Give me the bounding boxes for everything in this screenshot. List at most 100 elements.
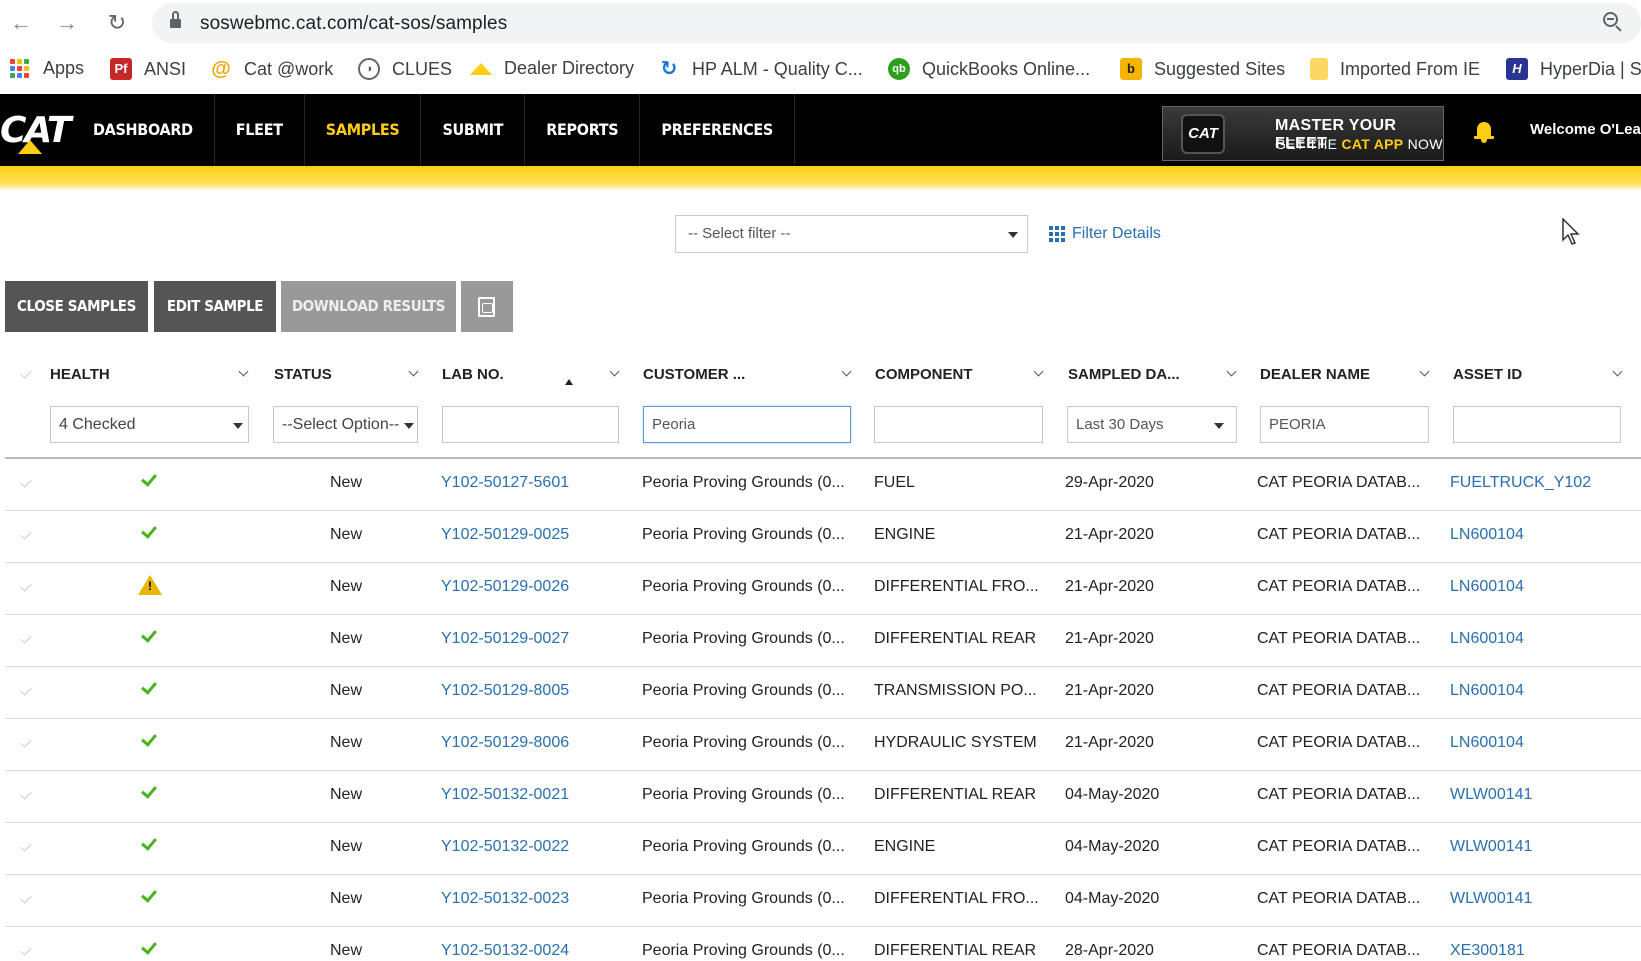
reload-icon[interactable]: ↻ (102, 8, 132, 38)
health-filter-dropdown[interactable]: 4 Checked (50, 406, 249, 443)
bookmark-clues[interactable]: ◑ CLUES (358, 58, 452, 80)
customer-cell: Peoria Proving Grounds (0... (642, 630, 845, 647)
dealer-name-filter-input[interactable]: PEORIA (1260, 406, 1429, 443)
nav-submit[interactable]: SUBMIT (421, 94, 526, 166)
chevron-down-icon[interactable] (1419, 366, 1430, 377)
lab-no-link[interactable]: Y102-50129-8006 (441, 734, 569, 752)
chevron-down-icon[interactable] (841, 366, 852, 377)
lab-no-link[interactable]: Y102-50129-0027 (441, 630, 569, 648)
chevron-down-icon[interactable] (1612, 366, 1623, 377)
row-checkbox[interactable] (20, 840, 32, 852)
row-checkbox[interactable] (20, 684, 32, 696)
lab-no-link[interactable]: Y102-50132-0023 (441, 890, 569, 908)
chevron-down-icon[interactable] (238, 366, 249, 377)
filter-details-link[interactable]: Filter Details (1049, 225, 1161, 243)
edit-sample-button[interactable]: EDIT SAMPLE (154, 281, 276, 332)
forward-arrow-icon[interactable]: → (52, 8, 82, 38)
bookmark-cat-work[interactable]: @ Cat @work (210, 58, 333, 80)
table-row[interactable]: New Y102-50132-0021 Peoria Proving Grounds… (5, 771, 1641, 823)
saved-filter-select[interactable]: -- Select filter -- (675, 215, 1028, 253)
close-samples-button[interactable]: CLOSE SAMPLES (5, 281, 148, 332)
cat-app-banner[interactable]: CAT MASTER YOUR FLEET GET THE CAT APP NO… (1162, 106, 1444, 161)
component-filter-input[interactable] (874, 406, 1043, 443)
asset-id-link[interactable]: FUELTRUCK_Y102 (1450, 474, 1591, 492)
row-checkbox[interactable] (20, 476, 32, 488)
table-row[interactable]: New Y102-50132-0024 Peoria Proving Grounds… (5, 927, 1641, 961)
status-filter-dropdown[interactable]: --Select Option-- (273, 406, 418, 443)
url-text[interactable]: soswebmc.cat.com/cat-sos/samples (200, 13, 507, 35)
bookmark-quickbooks[interactable]: qb QuickBooks Online... (888, 58, 1090, 80)
nav-reports[interactable]: REPORTS (525, 94, 641, 166)
bookmark-dealer-directory[interactable]: Dealer Directory (470, 58, 634, 79)
row-checkbox[interactable] (20, 736, 32, 748)
back-arrow-icon[interactable]: ← (6, 8, 36, 38)
nav-preferences[interactable]: PREFERENCES (640, 94, 795, 166)
lab-no-link[interactable]: Y102-50127-5601 (441, 474, 569, 492)
col-header-component[interactable]: COMPONENT (875, 366, 973, 383)
lab-no-link[interactable]: Y102-50132-0021 (441, 786, 569, 804)
table-row[interactable]: New Y102-50129-0025 Peoria Proving Grounds… (5, 511, 1641, 563)
table-row[interactable]: New Y102-50129-8006 Peoria Proving Grounds… (5, 719, 1641, 771)
asset-id-link[interactable]: XE300181 (1450, 942, 1525, 960)
col-header-asset-id[interactable]: ASSET ID (1453, 366, 1522, 383)
bookmark-suggested-sites[interactable]: b Suggested Sites (1120, 58, 1285, 80)
nav-samples[interactable]: SAMPLES (305, 94, 422, 166)
asset-id-link[interactable]: WLW00141 (1450, 890, 1532, 908)
chevron-down-icon[interactable] (1226, 366, 1237, 377)
select-all-checkbox[interactable] (20, 367, 32, 379)
row-checkbox[interactable] (20, 944, 32, 956)
lab-no-link[interactable]: Y102-50129-8005 (441, 682, 569, 700)
asset-id-link[interactable]: LN600104 (1450, 682, 1524, 700)
bookmark-ansi[interactable]: Pf ANSI (110, 58, 186, 80)
asset-id-link[interactable]: LN600104 (1450, 526, 1524, 544)
row-checkbox[interactable] (20, 788, 32, 800)
asset-id-link[interactable]: LN600104 (1450, 630, 1524, 648)
table-row[interactable]: New Y102-50129-0027 Peoria Proving Grounds… (5, 615, 1641, 667)
lab-no-link[interactable]: Y102-50132-0022 (441, 838, 569, 856)
table-row[interactable]: New Y102-50132-0023 Peoria Proving Grounds… (5, 875, 1641, 927)
sort-ascending-icon[interactable] (565, 379, 573, 385)
asset-id-link[interactable]: WLW00141 (1450, 838, 1532, 856)
pdf-export-button[interactable] (461, 281, 513, 332)
bookmark-apps[interactable]: Apps (10, 58, 84, 79)
lab-no-link[interactable]: Y102-50132-0024 (441, 942, 569, 960)
download-results-button[interactable]: DOWNLOAD RESULTS (281, 281, 456, 332)
col-header-health[interactable]: HEALTH (50, 366, 110, 383)
col-header-sampled-date[interactable]: SAMPLED DA... (1068, 366, 1180, 383)
lab-no-filter-input[interactable] (442, 406, 619, 443)
row-checkbox[interactable] (20, 892, 32, 904)
asset-id-filter-input[interactable] (1453, 406, 1621, 443)
lab-no-link[interactable]: Y102-50129-0026 (441, 578, 569, 596)
welcome-user[interactable]: Welcome O'Lea (1530, 121, 1641, 138)
asset-id-link[interactable]: WLW00141 (1450, 786, 1532, 804)
lab-no-link[interactable]: Y102-50129-0025 (441, 526, 569, 544)
bookmark-hp-alm[interactable]: ↻ HP ALM - Quality C... (658, 58, 863, 80)
bookmark-hyperdia[interactable]: H HyperDia | S (1506, 58, 1641, 80)
table-row[interactable]: New Y102-50129-8005 Peoria Proving Grounds… (5, 667, 1641, 719)
table-row[interactable]: New Y102-50127-5601 Peoria Proving Grounds… (5, 459, 1641, 511)
row-checkbox[interactable] (20, 528, 32, 540)
chevron-down-icon[interactable] (609, 366, 620, 377)
nav-fleet[interactable]: FLEET (215, 94, 305, 166)
asset-id-link[interactable]: LN600104 (1450, 578, 1524, 596)
row-checkbox[interactable] (20, 580, 32, 592)
col-header-dealer-name[interactable]: DEALER NAME (1260, 366, 1370, 383)
nav-dashboard[interactable]: DASHBOARD (72, 94, 215, 166)
chevron-down-icon[interactable] (408, 366, 419, 377)
col-header-customer[interactable]: CUSTOMER ... (643, 366, 745, 383)
sampled-date-filter-dropdown[interactable]: Last 30 Days (1067, 406, 1237, 443)
chevron-down-icon[interactable] (1033, 366, 1044, 377)
customer-cell: Peoria Proving Grounds (0... (642, 474, 845, 491)
address-bar[interactable]: soswebmc.cat.com/cat-sos/samples (152, 3, 1641, 43)
zoom-out-icon[interactable] (1603, 12, 1623, 32)
row-checkbox[interactable] (20, 632, 32, 644)
bell-icon[interactable] (1474, 122, 1494, 143)
bookmark-imported-from-ie[interactable]: Imported From IE (1310, 58, 1480, 80)
table-row[interactable]: New Y102-50129-0026 Peoria Proving Grounds… (5, 563, 1641, 615)
asset-id-link[interactable]: LN600104 (1450, 734, 1524, 752)
table-row[interactable]: New Y102-50132-0022 Peoria Proving Grounds… (5, 823, 1641, 875)
cat-logo[interactable]: CAT (0, 110, 71, 154)
col-header-status[interactable]: STATUS (274, 366, 332, 383)
col-header-lab-no[interactable]: LAB NO. (442, 366, 504, 383)
customer-filter-input[interactable]: Peoria (643, 406, 851, 443)
